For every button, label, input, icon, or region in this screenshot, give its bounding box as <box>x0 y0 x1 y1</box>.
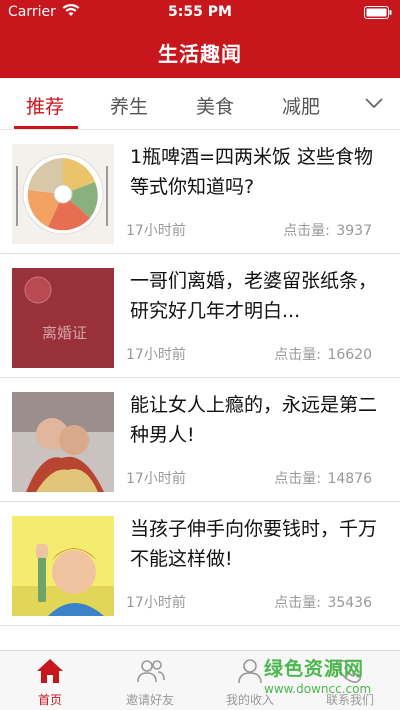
click-count-label: 点击量: <box>274 471 321 487</box>
article-item[interactable]: 1瓶啤酒=四两米饭 这些食物等式你知道吗? 17小时前 点击量: 3937 <box>0 130 400 254</box>
article-thumbnail: 离婚证 <box>12 268 114 368</box>
article-time: 17小时前 <box>126 223 186 239</box>
tab-home[interactable]: 首页 <box>0 651 100 710</box>
article-title[interactable]: 当孩子伸手向你要钱时，千万不能这样做! <box>130 514 388 574</box>
clock-time: 5:55 PM <box>168 4 232 20</box>
site-watermark: 绿色资源网 www.downcc.com <box>250 652 400 710</box>
status-bar: Carrier 5:55 PM <box>0 0 400 26</box>
click-count: 点击量: 16620 <box>274 344 372 364</box>
click-count: 点击量: 3937 <box>283 220 372 240</box>
active-tab-indicator <box>14 126 78 129</box>
tab-diet[interactable]: 减肥 <box>282 92 320 119</box>
certificate-text: 离婚证 <box>42 324 87 342</box>
article-item[interactable]: 离婚证 一哥们离婚，老婆留张纸条，研究好几年才明白... 17小时前 点击量: … <box>0 254 400 378</box>
article-thumbnail <box>12 516 114 616</box>
article-title[interactable]: 1瓶啤酒=四两米饭 这些食物等式你知道吗? <box>130 142 388 202</box>
navigation-bar: 生活趣闻 <box>0 26 400 78</box>
page-title: 生活趣闻 <box>158 42 242 66</box>
article-title[interactable]: 一哥们离婚，老婆留张纸条，研究好几年才明白... <box>130 266 388 326</box>
click-count-value: 3937 <box>336 223 372 239</box>
click-count-value: 35436 <box>327 595 372 611</box>
tab-recommended[interactable]: 推荐 <box>26 92 64 119</box>
click-count-value: 14876 <box>327 471 372 487</box>
chevron-down-icon[interactable] <box>364 94 384 113</box>
article-thumbnail <box>12 392 114 492</box>
friends-icon <box>136 657 165 685</box>
click-count: 点击量: 14876 <box>274 468 372 488</box>
article-item[interactable]: 能让女人上瘾的，永远是第二种男人! 17小时前 点击量: 14876 <box>0 378 400 502</box>
click-count-label: 点击量: <box>274 347 321 363</box>
watermark-url: www.downcc.com <box>264 682 372 696</box>
tab-invite-friends-label: 邀请好友 <box>125 693 174 707</box>
click-count: 点击量: 35436 <box>274 592 372 612</box>
click-count-label: 点击量: <box>274 595 321 611</box>
click-count-value: 16620 <box>327 347 372 363</box>
tab-home-label: 首页 <box>37 693 62 707</box>
tab-health[interactable]: 养生 <box>110 92 148 119</box>
article-time: 17小时前 <box>126 595 186 611</box>
battery-icon <box>364 6 392 23</box>
article-time: 17小时前 <box>126 471 186 487</box>
article-item[interactable]: 当孩子伸手向你要钱时，千万不能这样做! 17小时前 点击量: 35436 <box>0 502 400 626</box>
tab-food[interactable]: 美食 <box>196 92 234 119</box>
click-count-label: 点击量: <box>283 223 330 239</box>
article-feed[interactable]: 1瓶啤酒=四两米饭 这些食物等式你知道吗? 17小时前 点击量: 3937 离婚… <box>0 130 400 650</box>
watermark-title: 绿色资源网 <box>264 658 365 680</box>
tab-invite-friends[interactable]: 邀请好友 <box>100 651 200 710</box>
home-icon <box>36 657 64 685</box>
article-thumbnail <box>12 144 114 244</box>
category-tabs: 推荐 养生 美食 减肥 <box>0 78 400 130</box>
article-title[interactable]: 能让女人上瘾的，永远是第二种男人! <box>130 390 388 450</box>
article-time: 17小时前 <box>126 347 186 363</box>
